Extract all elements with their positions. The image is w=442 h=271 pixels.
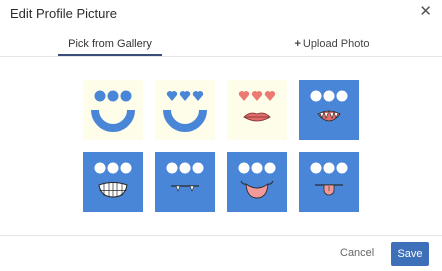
avatar-smirk[interactable] (227, 152, 287, 212)
dialog-header: Edit Profile Picture ✕ (0, 0, 442, 28)
footer-divider (0, 235, 442, 236)
avatar-tongue-out[interactable] (299, 152, 359, 212)
active-tab-indicator (58, 54, 162, 56)
avatar-fangs[interactable] (155, 152, 215, 212)
tab-pick-from-gallery[interactable]: Pick from Gallery (58, 38, 162, 50)
avatar-grin-teeth[interactable] (83, 152, 143, 212)
avatar-smile-hearts[interactable] (155, 80, 215, 140)
avatar-lips-hearts[interactable] (227, 80, 287, 140)
close-icon[interactable]: ✕ (419, 4, 432, 20)
cancel-button[interactable]: Cancel (340, 247, 374, 259)
dialog-title: Edit Profile Picture (10, 6, 117, 21)
plus-icon: + (294, 38, 301, 50)
tab-bar: Pick from Gallery + Upload Photo (0, 34, 442, 57)
tab-label: Pick from Gallery (68, 38, 152, 50)
tab-upload-photo[interactable]: + Upload Photo (282, 38, 382, 50)
avatar-smile-dots[interactable] (83, 80, 143, 140)
tab-label: Upload Photo (302, 38, 370, 50)
avatar-grimace-teeth[interactable] (299, 80, 359, 140)
save-button[interactable]: Save (391, 242, 429, 266)
